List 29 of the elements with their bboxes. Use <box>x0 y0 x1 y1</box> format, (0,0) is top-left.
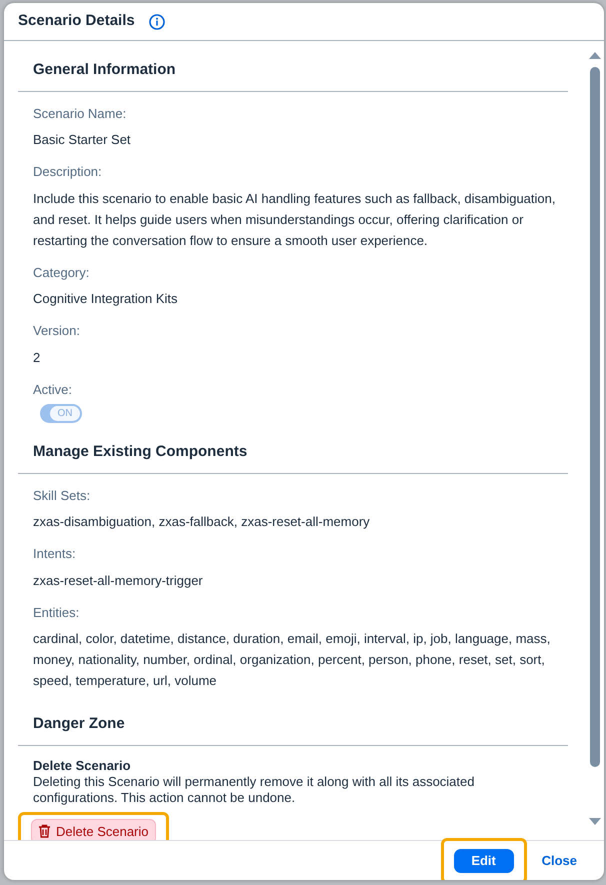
section-heading: General Information <box>18 41 568 92</box>
field-value: Include this scenario to enable basic AI handling features such as fallback, disambiguation, and reset. It helps guide users when misunderstandings occur, offering clarification or restarting the conversation flow to ensure a smooth user experience. <box>33 190 556 250</box>
trash-icon <box>38 824 51 838</box>
field-label: Entities: <box>33 604 80 622</box>
dialog-title: Scenario Details <box>18 11 135 32</box>
field-value: zxas-disambiguation, zxas-fallback, zxas-reset-all-memory <box>33 513 371 531</box>
info-icon[interactable] <box>148 14 165 30</box>
field-label: Scenario Name: <box>33 104 128 122</box>
field-label: Version: <box>33 322 81 340</box>
danger-description: Deleting this Scenario will permanently remove it along with all its associated configurations. This action cannot be undone. <box>33 774 476 806</box>
scroll-up-icon[interactable] <box>589 51 601 59</box>
field-value: zxas-reset-all-memory-trigger <box>33 572 204 590</box>
close-button[interactable]: Close <box>536 850 583 872</box>
field-value: Basic Starter Set <box>33 131 132 149</box>
danger-title: Delete Scenario <box>33 758 132 774</box>
delete-button[interactable]: Delete Scenario <box>31 818 156 840</box>
field-label: Category: <box>33 264 90 282</box>
scrollbar-thumb[interactable] <box>590 67 600 767</box>
field-value: Cognitive Integration Kits <box>33 290 179 308</box>
scroll-down-icon[interactable] <box>589 818 601 826</box>
field-value: cardinal, color, datetime, distance, duration, email, emoji, interval, ip, job, language, mass, money, nationality, number, ordinal, organization, percent, person, phone, reset, set, sort, speed, temperature, url, volume <box>33 630 552 690</box>
field-label: Skill Sets: <box>33 486 92 504</box>
section-heading: Manage Existing Components <box>18 423 568 474</box>
field-label: Intents: <box>33 545 77 563</box>
section-heading: Danger Zone <box>18 691 568 746</box>
field-label: Active: <box>33 380 74 398</box>
field-value: 2 <box>33 348 42 366</box>
edit-button[interactable]: Edit <box>454 848 514 872</box>
field-label: Description: <box>33 163 103 181</box>
